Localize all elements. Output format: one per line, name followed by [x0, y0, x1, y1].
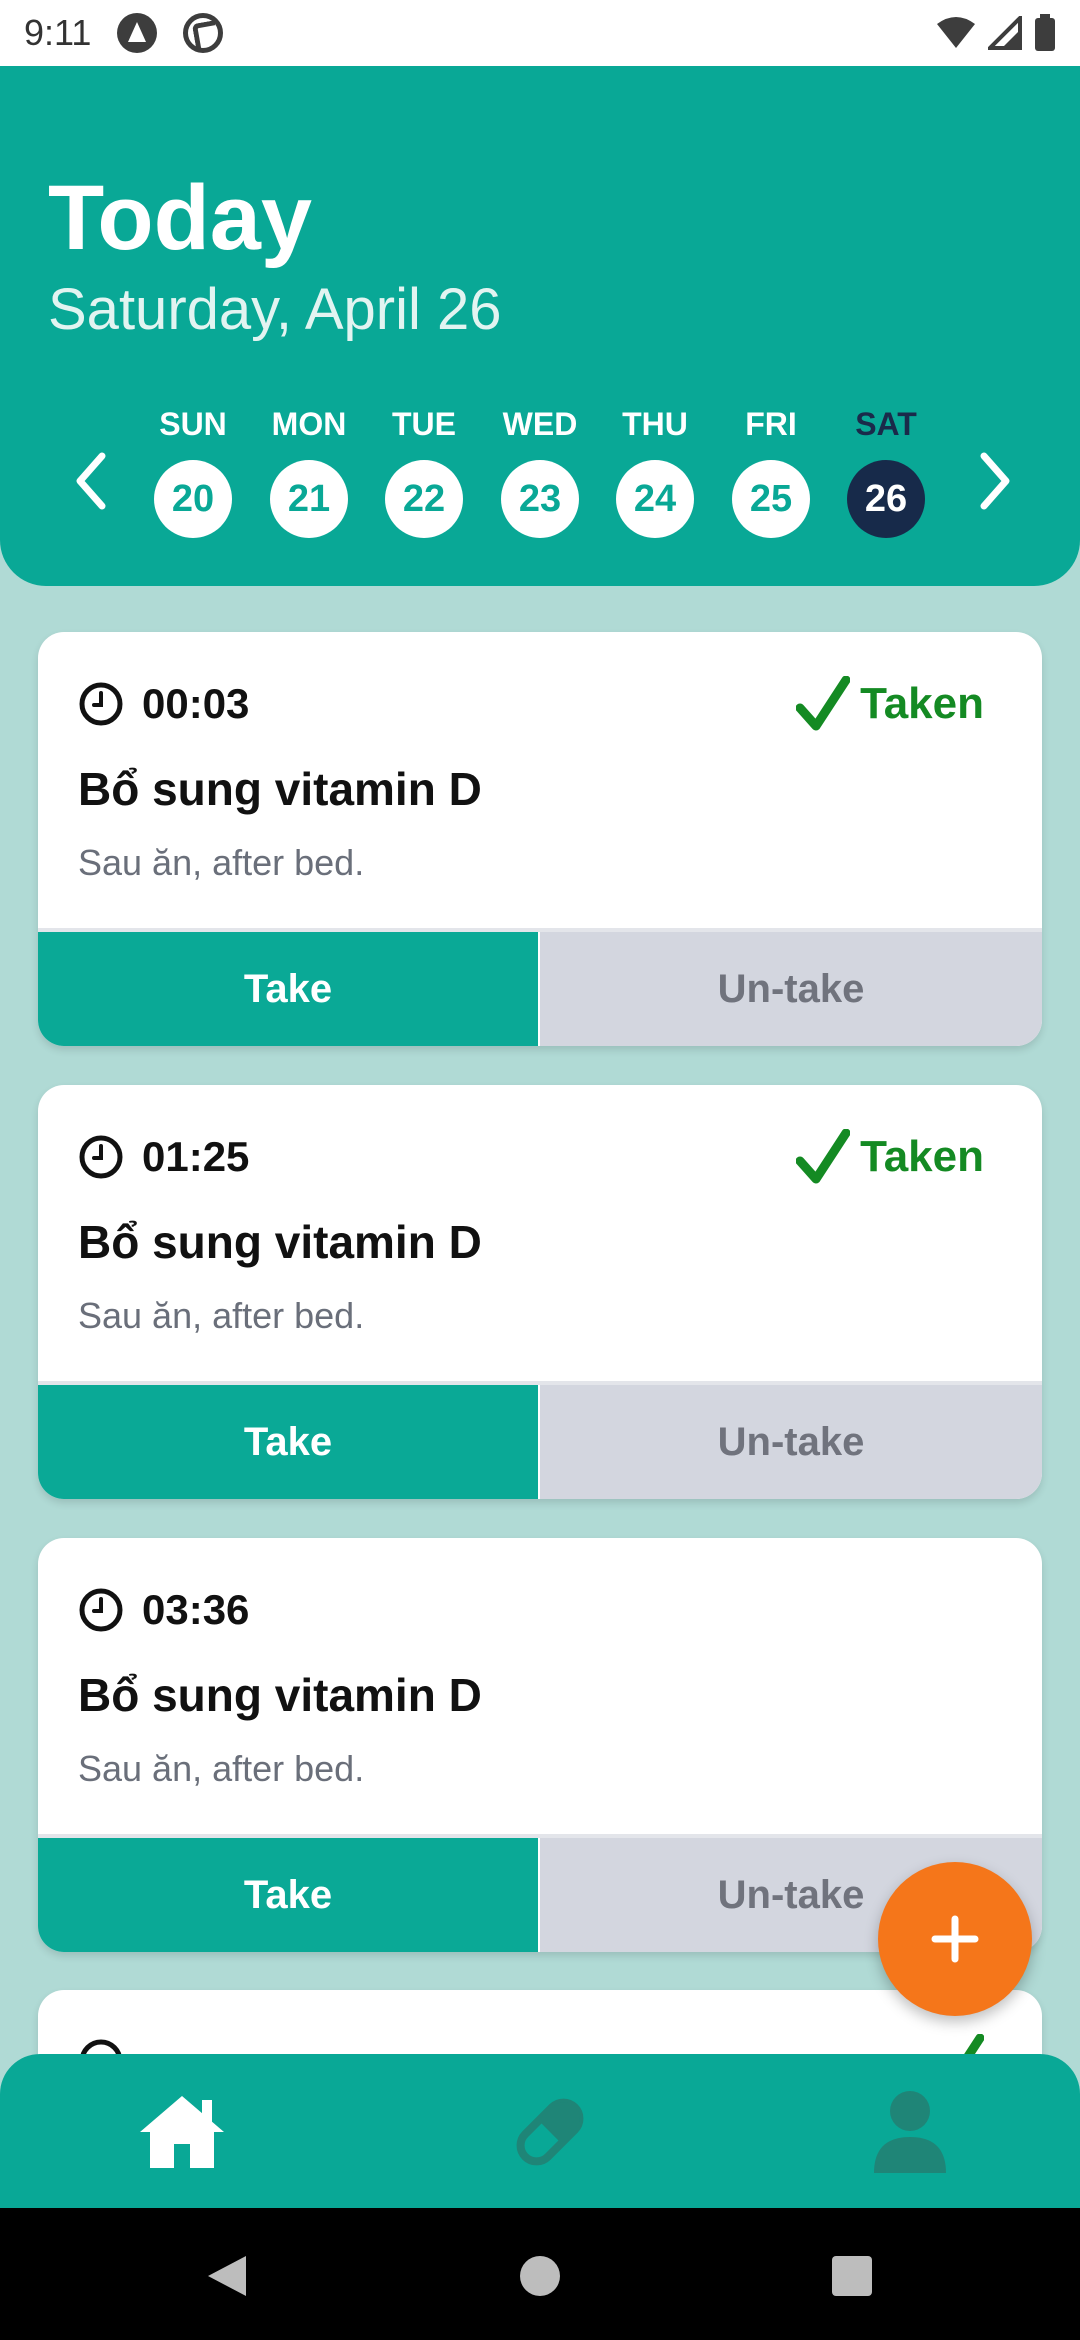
check-icon	[796, 676, 851, 731]
status-time: 9:11	[24, 12, 92, 53]
medicine-note: Sau ăn, after bed.	[78, 1295, 365, 1336]
day-name: SAT	[855, 406, 917, 442]
time-label: 00:03	[142, 680, 250, 727]
action-buttons: Take Un-take	[38, 928, 1042, 1046]
header: Today Saturday, April 26 SUN 20 MON 21 T…	[0, 66, 1080, 586]
medicine-name: Bổ sung vitamin D	[78, 1669, 482, 1721]
clock-icon	[79, 1135, 123, 1179]
day-tue[interactable]: TUE 22	[369, 406, 479, 538]
add-reminder-button[interactable]	[878, 1862, 1032, 2016]
day-name: WED	[502, 406, 578, 442]
signal-icon	[988, 16, 1022, 50]
medicine-name: Bổ sung vitamin D	[78, 1216, 482, 1268]
taken-status: Taken	[796, 1129, 984, 1185]
medicine-note: Sau ăn, after bed.	[78, 842, 365, 883]
chevron-left-icon[interactable]	[62, 446, 122, 516]
day-name: THU	[622, 406, 688, 442]
day-name: FRI	[745, 406, 797, 442]
reminder-card: 00:03 Taken Bổ sung vitamin D Sau ăn, af…	[38, 632, 1042, 1046]
action-buttons: Take Un-take	[38, 1381, 1042, 1499]
back-icon[interactable]	[204, 2252, 250, 2300]
day-name: SUN	[159, 406, 227, 442]
day-sat-selected[interactable]: SAT 26	[831, 406, 941, 538]
status-bar: 9:11	[0, 0, 1080, 66]
reminder-card: 01:25 Taken Bổ sung vitamin D Sau ăn, af…	[38, 1085, 1042, 1499]
home-icon	[140, 2096, 224, 2168]
system-nav-bar	[0, 2208, 1080, 2340]
chevron-right-icon[interactable]	[964, 446, 1024, 516]
battery-icon	[1035, 14, 1055, 51]
screen: 9:11 Today Saturday, April 26 SUN 20 MON…	[0, 0, 1080, 2340]
reminder-time: 00:03	[78, 680, 249, 728]
clock-icon	[79, 1588, 123, 1632]
reminder-card: 03:36 Bổ sung vitamin D Sau ăn, after be…	[38, 1538, 1042, 1952]
bottom-nav	[0, 2054, 1080, 2208]
sync-notification-icon	[183, 13, 224, 53]
untake-button[interactable]: Un-take	[538, 1385, 1042, 1499]
nav-profile[interactable]	[862, 2084, 958, 2180]
app-notification-icon	[117, 13, 158, 53]
day-fri[interactable]: FRI 25	[716, 406, 826, 538]
recents-icon[interactable]	[830, 2252, 874, 2300]
day-name: TUE	[392, 406, 456, 442]
reminder-time: 03:36	[78, 1586, 249, 1634]
week-selector: SUN 20 MON 21 TUE 22 WED 23 THU 24 FRI 2…	[0, 406, 1080, 546]
page-title: Today	[48, 167, 313, 269]
plus-icon	[931, 1915, 979, 1963]
take-button[interactable]: Take	[38, 1385, 538, 1499]
day-name: MON	[271, 406, 347, 442]
take-button[interactable]: Take	[38, 1838, 538, 1952]
user-icon	[874, 2091, 946, 2173]
day-number: 23	[501, 460, 579, 538]
day-thu[interactable]: THU 24	[600, 406, 710, 538]
clock-icon	[79, 682, 123, 726]
home-circle-icon[interactable]	[518, 2252, 562, 2300]
day-number: 21	[270, 460, 348, 538]
taken-status: Taken	[796, 676, 984, 732]
time-label: 03:36	[142, 1586, 250, 1633]
day-number: 20	[154, 460, 232, 538]
current-date: Saturday, April 26	[48, 277, 502, 342]
taken-label: Taken	[860, 1132, 984, 1181]
nav-medicine[interactable]	[502, 2084, 598, 2180]
untake-button[interactable]: Un-take	[538, 932, 1042, 1046]
time-label: 01:25	[142, 1133, 250, 1180]
day-number: 26	[847, 460, 925, 538]
nav-home[interactable]	[134, 2084, 230, 2180]
take-button[interactable]: Take	[38, 932, 538, 1046]
day-number: 22	[385, 460, 463, 538]
reminder-time: 01:25	[78, 1133, 249, 1181]
day-number: 25	[732, 460, 810, 538]
medicine-name: Bổ sung vitamin D	[78, 763, 482, 815]
check-icon	[796, 1129, 851, 1184]
wifi-icon	[937, 17, 975, 48]
day-number: 24	[616, 460, 694, 538]
taken-label: Taken	[860, 679, 984, 728]
day-wed[interactable]: WED 23	[485, 406, 595, 538]
day-sun[interactable]: SUN 20	[138, 406, 248, 538]
medicine-note: Sau ăn, after bed.	[78, 1748, 365, 1789]
pill-icon	[516, 2098, 584, 2166]
day-mon[interactable]: MON 21	[254, 406, 364, 538]
